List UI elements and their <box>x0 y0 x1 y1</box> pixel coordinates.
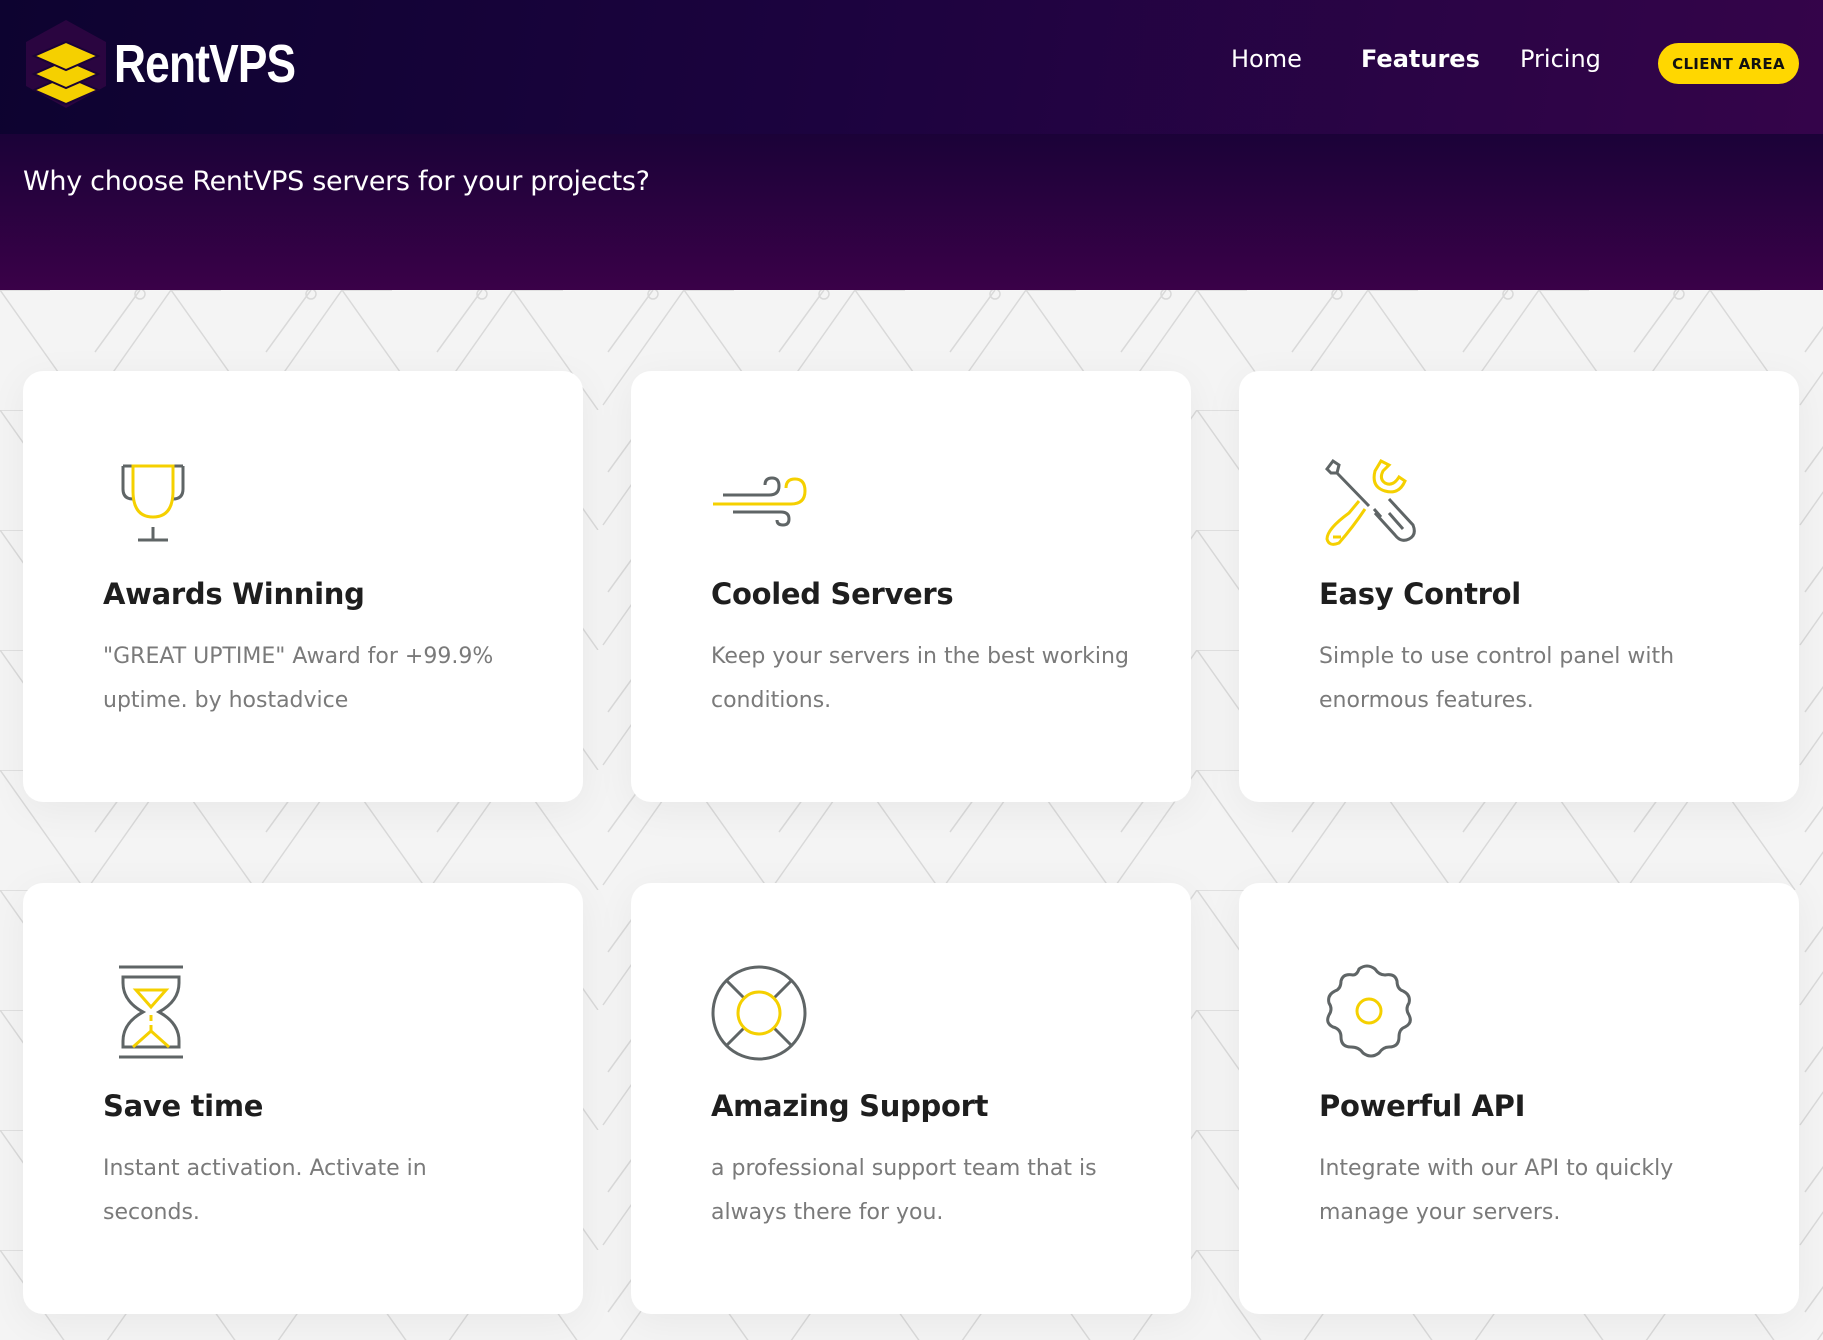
tools-icon <box>1325 458 1416 546</box>
feature-description: Instant activation. Activate in seconds. <box>103 1156 427 1225</box>
feature-title: Save time <box>103 1089 264 1123</box>
lifebuoy-icon <box>711 965 807 1061</box>
feature-card: Save time Instant activation. Activate i… <box>23 883 583 1314</box>
client-area-button[interactable]: CLIENT AREA <box>1658 43 1799 84</box>
feature-description: Keep your servers in the best working co… <box>711 644 1129 713</box>
feature-description: "GREAT UPTIME" Award for +99.9% uptime. … <box>103 644 494 713</box>
site-header: RentVPS Home Features Pricing CLIENT ARE… <box>0 0 1823 290</box>
trophy-icon <box>121 464 185 542</box>
gear-icon <box>1326 964 1412 1058</box>
feature-description: a professional support team that is alwa… <box>711 1156 1097 1225</box>
feature-card: Powerful API Integrate with our API to q… <box>1239 883 1799 1314</box>
feature-title: Powerful API <box>1319 1089 1526 1123</box>
top-navbar: RentVPS Home Features Pricing CLIENT ARE… <box>0 0 1823 134</box>
stacked-layers-icon <box>26 20 106 108</box>
feature-title: Amazing Support <box>711 1089 989 1123</box>
brand-logo[interactable]: RentVPS <box>22 18 335 110</box>
feature-card: Amazing Support a professional support t… <box>631 883 1191 1314</box>
feature-description: Integrate with our API to quickly manage… <box>1319 1156 1674 1225</box>
feature-card: Awards Winning "GREAT UPTIME" Award for … <box>23 371 583 802</box>
brand-name: RentVPS <box>114 34 296 94</box>
hero-heading: Why choose RentVPS servers for your proj… <box>23 166 650 197</box>
feature-title: Cooled Servers <box>711 577 954 611</box>
feature-title: Awards Winning <box>103 577 365 611</box>
nav-pricing[interactable]: Pricing <box>1520 45 1601 73</box>
feature-description: Simple to use control panel with enormou… <box>1319 644 1675 713</box>
feature-title: Easy Control <box>1319 577 1521 611</box>
feature-card: Cooled Servers Keep your servers in the … <box>631 371 1191 802</box>
wind-icon <box>713 476 807 527</box>
nav-home[interactable]: Home <box>1231 45 1302 73</box>
hourglass-icon <box>119 965 183 1059</box>
feature-card: Easy Control Simple to use control panel… <box>1239 371 1799 802</box>
nav-features[interactable]: Features <box>1361 45 1480 73</box>
